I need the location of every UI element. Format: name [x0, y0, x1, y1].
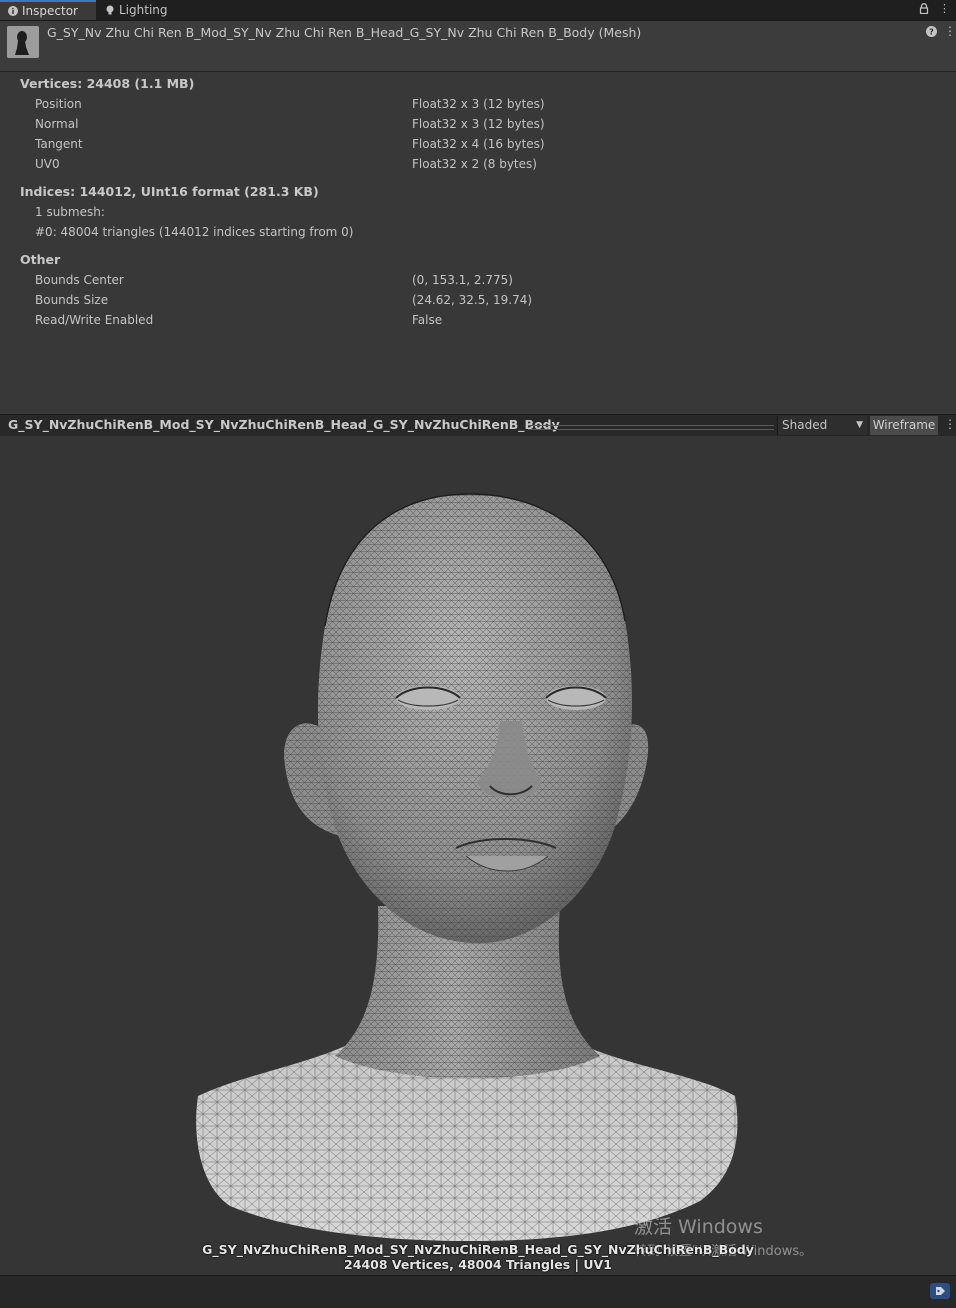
window-tab-bar: Inspector Lighting ⋮ [0, 0, 956, 21]
bounds-center-label: Bounds Center [35, 273, 124, 287]
preview-kebab-menu-icon[interactable]: ⋮ [944, 417, 956, 431]
mesh-thumbnail-icon [7, 26, 39, 58]
preview-caption-name: G_SY_NvZhuChiRenB_Mod_SY_NvZhuChiRenB_He… [202, 1242, 754, 1257]
wireframe-toggle-button[interactable]: Wireframe [870, 416, 938, 435]
attr-uv0-format: Float32 x 2 (8 bytes) [412, 157, 537, 171]
tab-lighting[interactable]: Lighting [97, 0, 185, 20]
attr-tangent-label: Tangent [35, 137, 83, 151]
mesh-render [196, 493, 738, 1241]
preview-drag-handle[interactable] [528, 425, 774, 430]
submesh-0-info: #0: 48004 triangles (144012 indices star… [35, 225, 354, 239]
asset-label-tag-icon[interactable] [930, 1283, 950, 1299]
asset-labels-bar [0, 1275, 956, 1308]
tab-inspector[interactable]: Inspector [0, 0, 96, 20]
read-write-value: False [412, 313, 443, 327]
submesh-count: 1 submesh: [35, 205, 105, 219]
preview-caption-stats: 24408 Vertices, 48004 Triangles | UV1 [344, 1257, 612, 1272]
other-heading: Other [20, 252, 61, 267]
dropdown-arrow-icon: ▼ [856, 420, 863, 430]
attr-normal-label: Normal [35, 117, 79, 131]
header-kebab-menu-icon[interactable]: ⋮ [944, 24, 956, 38]
lock-icon[interactable] [919, 3, 929, 17]
attr-uv0-label: UV0 [35, 157, 60, 171]
attr-tangent-format: Float32 x 4 (16 bytes) [412, 137, 545, 151]
shading-mode-dropdown[interactable]: Shaded ▼ [777, 416, 867, 435]
tab-inspector-label: Inspector [22, 4, 78, 18]
bounds-size-label: Bounds Size [35, 293, 109, 307]
kebab-menu-icon[interactable]: ⋮ [939, 2, 950, 15]
activation-watermark-title: 激活 Windows [634, 1216, 763, 1238]
shading-mode-value: Shaded [782, 418, 828, 432]
mesh-preview-viewport[interactable]: 激活 Windows 转到"设置"以激活 Windows。 G_SY_NvZhu… [0, 436, 956, 1275]
inspector-header: G_SY_Nv Zhu Chi Ren B_Mod_SY_Nv Zhu Chi … [0, 21, 956, 72]
preview-title: G_SY_NvZhuChiRenB_Mod_SY_NvZhuChiRenB_He… [8, 417, 560, 432]
help-icon[interactable]: ? [926, 26, 937, 40]
asset-title: G_SY_Nv Zhu Chi Ren B_Mod_SY_Nv Zhu Chi … [47, 25, 642, 40]
read-write-label: Read/Write Enabled [35, 313, 154, 327]
bounds-center-value: (0, 153.1, 2.775) [412, 273, 513, 287]
mesh-info-panel: Vertices: 24408 (1.1 MB) Position Float3… [0, 72, 956, 414]
info-icon [8, 6, 18, 16]
bounds-size-value: (24.62, 32.5, 19.74) [412, 293, 533, 307]
attr-position-label: Position [35, 97, 82, 111]
attr-normal-format: Float32 x 3 (12 bytes) [412, 117, 545, 131]
tab-lighting-label: Lighting [119, 3, 168, 17]
preview-toolbar: G_SY_NvZhuChiRenB_Mod_SY_NvZhuChiRenB_He… [0, 414, 956, 437]
indices-heading: Indices: 144012, UInt16 format (281.3 KB… [20, 184, 319, 199]
svg-text:?: ? [929, 28, 934, 37]
vertices-heading: Vertices: 24408 (1.1 MB) [20, 76, 195, 91]
attr-position-format: Float32 x 3 (12 bytes) [412, 97, 545, 111]
lightbulb-icon [106, 5, 114, 15]
